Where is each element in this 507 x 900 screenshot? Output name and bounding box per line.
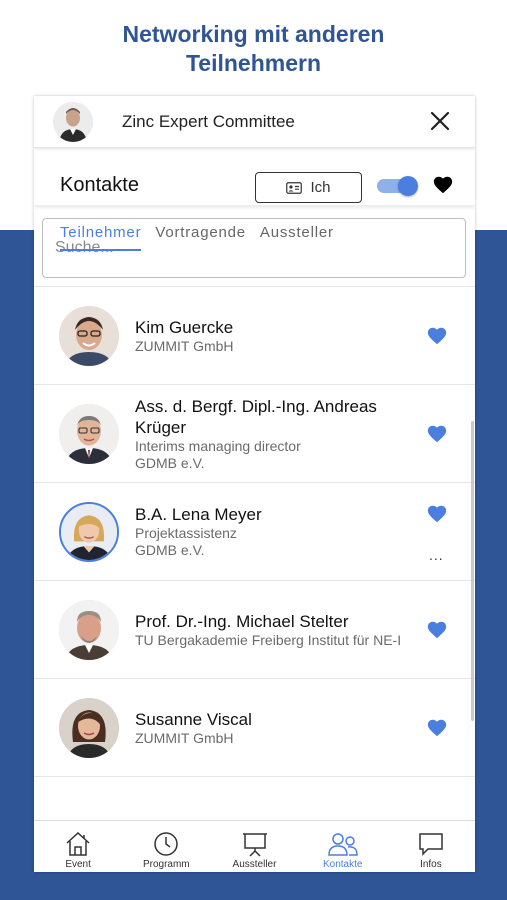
favorite-heart-icon[interactable] — [426, 423, 448, 445]
nav-infos[interactable]: Infos — [387, 821, 475, 872]
contact-company: TU Bergakademie Freiberg Institut für NE… — [135, 631, 402, 648]
clock-icon — [154, 832, 179, 856]
promo-headline: Networking mit anderen Teilnehmern — [0, 20, 507, 78]
bottom-navigation: Event Programm Aussteller Kontakte Infos — [34, 820, 475, 872]
contact-company: GDMB e.V. — [135, 542, 205, 558]
favorite-heart-icon[interactable] — [426, 619, 448, 641]
more-options-button[interactable]: ... — [429, 547, 444, 563]
contact-info: Susanne Viscal ZUMMIT GmbH — [135, 709, 420, 747]
tab-vortragende[interactable]: Vortragende — [155, 224, 246, 251]
contact-list: Kim Guercke ZUMMIT GmbH Ass. d. Bergf. D… — [34, 286, 475, 777]
favorites-filter-heart-icon[interactable] — [432, 174, 454, 196]
chat-icon — [419, 833, 443, 856]
nav-programm[interactable]: Programm — [122, 821, 210, 872]
contact-info: Ass. d. Bergf. Dipl.-Ing. Andreas Krüger… — [135, 396, 420, 472]
nav-kontakte[interactable]: Kontakte — [299, 821, 387, 872]
favorite-heart-icon[interactable] — [426, 325, 448, 347]
tab-bar: Teilnehmer Vortragende Aussteller — [60, 224, 334, 251]
contact-name: Ass. d. Bergf. Dipl.-Ing. Andreas Krüger — [135, 396, 377, 437]
event-avatar[interactable] — [53, 101, 93, 142]
home-icon — [66, 831, 90, 856]
contact-position: Interims managing director — [135, 437, 301, 454]
nav-label: Aussteller — [232, 859, 277, 870]
my-profile-label: Ich — [310, 179, 331, 196]
favorite-heart-icon[interactable] — [426, 717, 448, 739]
avatar — [59, 697, 119, 758]
avatar — [59, 403, 119, 464]
avatar — [59, 305, 119, 366]
list-item[interactable]: Kim Guercke ZUMMIT GmbH — [34, 287, 475, 385]
close-icon[interactable] — [427, 108, 453, 134]
favorite-heart-icon[interactable] — [426, 503, 448, 525]
visibility-toggle[interactable] — [377, 176, 418, 196]
contact-position: Projektassistenz — [135, 525, 237, 541]
nav-label: Kontakte — [322, 859, 363, 870]
people-icon — [327, 833, 358, 856]
app-screen: Zinc Expert Committee Kontakte Ich Teiln… — [34, 96, 475, 872]
contact-name: Kim Guercke — [135, 317, 234, 337]
top-bar: Zinc Expert Committee — [34, 96, 475, 148]
nav-event[interactable]: Event — [34, 821, 122, 872]
id-card-icon — [286, 181, 303, 194]
list-scrollbar[interactable] — [471, 421, 474, 721]
contact-info: Prof. Dr.-Ing. Michael Stelter TU Bergak… — [135, 611, 420, 649]
list-item[interactable]: Prof. Dr.-Ing. Michael Stelter TU Bergak… — [34, 581, 475, 679]
nav-label: Programm — [142, 859, 190, 870]
promo-line-1: Networking mit anderen — [122, 21, 385, 47]
contact-company: GDMB e.V. — [135, 454, 205, 471]
contact-name: Prof. Dr.-Ing. Michael Stelter — [135, 611, 349, 631]
list-item[interactable]: Ass. d. Bergf. Dipl.-Ing. Andreas Krüger… — [34, 385, 475, 483]
tab-aussteller[interactable]: Aussteller — [260, 224, 334, 251]
list-item[interactable]: Susanne Viscal ZUMMIT GmbH — [34, 679, 475, 777]
tab-teilnehmer[interactable]: Teilnehmer — [60, 224, 142, 251]
avatar — [59, 599, 119, 660]
contact-company: ZUMMIT GmbH — [135, 337, 234, 354]
nav-label: Infos — [420, 859, 442, 870]
avatar — [59, 501, 119, 562]
list-item[interactable]: B.A. Lena Meyer Projektassistenz GDMB e.… — [34, 483, 475, 581]
toggle-knob — [398, 176, 418, 196]
contact-name: Susanne Viscal — [135, 709, 252, 729]
presentation-icon — [242, 833, 267, 857]
nav-label: Event — [65, 859, 91, 870]
contact-company: ZUMMIT GmbH — [135, 729, 234, 746]
my-profile-button[interactable]: Ich — [255, 172, 362, 203]
contact-info: B.A. Lena Meyer Projektassistenz GDMB e.… — [135, 504, 420, 559]
event-name: Zinc Expert Committee — [122, 111, 295, 131]
contact-info: Kim Guercke ZUMMIT GmbH — [135, 317, 420, 355]
promo-line-2: Teilnehmern — [185, 50, 322, 76]
page-title: Kontakte — [60, 174, 139, 196]
contact-name: B.A. Lena Meyer — [135, 505, 262, 524]
nav-aussteller[interactable]: Aussteller — [210, 821, 298, 872]
